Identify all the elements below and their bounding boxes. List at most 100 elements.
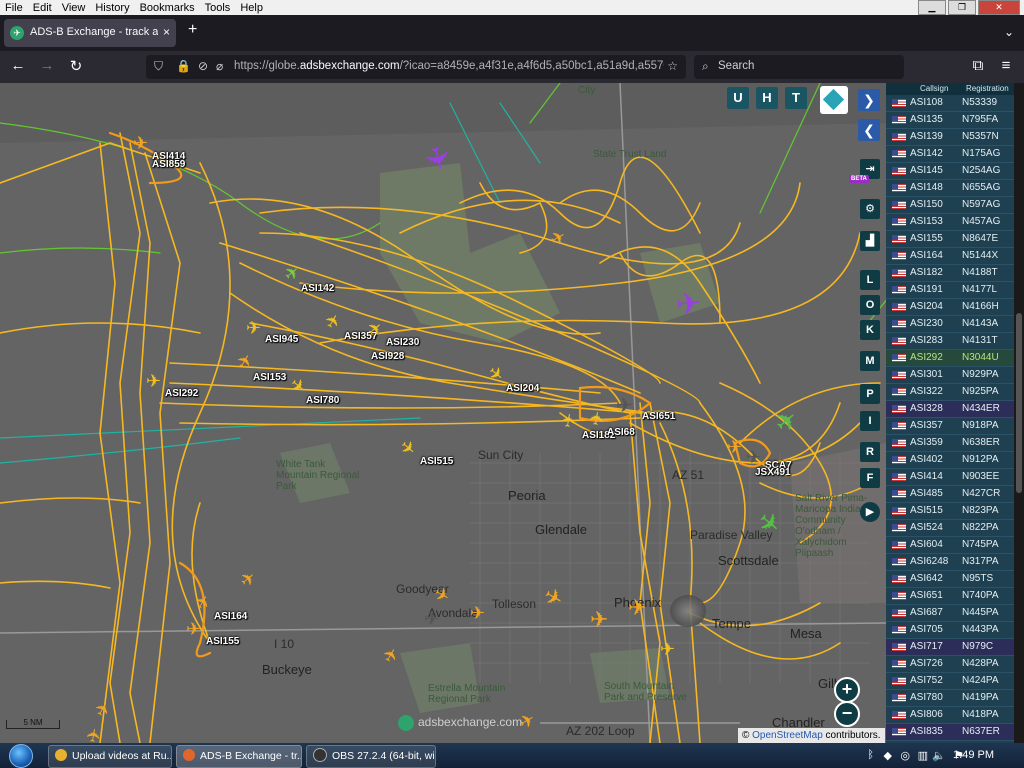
collapse-panel-chevron-icon[interactable]: ❮	[858, 119, 880, 141]
table-row[interactable]: ASI292 N3044U	[886, 350, 1014, 367]
aircraft-icon[interactable]: ✈	[470, 603, 485, 624]
menu-bookmarks[interactable]: Bookmarks	[135, 1, 200, 15]
expand-panel-chevron-icon[interactable]: ❯	[858, 89, 880, 111]
map-button-h[interactable]: H	[756, 87, 778, 109]
column-callsign[interactable]: Callsign	[920, 84, 948, 93]
aircraft-icon[interactable]: ✈	[590, 607, 608, 633]
aircraft-callsign-label[interactable]: ASI292	[165, 388, 198, 399]
osm-link[interactable]: OpenStreetMap	[752, 730, 823, 741]
aircraft-gray-icon[interactable]: ✈	[424, 609, 439, 630]
aircraft-callsign-label[interactable]: ASI515	[420, 456, 453, 467]
table-row[interactable]: ASI705 N443PA	[886, 622, 1014, 639]
table-row[interactable]: ASI726 N428PA	[886, 656, 1014, 673]
tracking-shield-icon[interactable]: ⛉	[154, 59, 163, 74]
table-row[interactable]: ASI148 N655AG	[886, 180, 1014, 197]
steam-icon[interactable]: ◎	[900, 749, 910, 762]
table-row[interactable]: ASI108 N53339	[886, 95, 1014, 112]
table-row[interactable]: ASI153 N457AG	[886, 214, 1014, 231]
table-row[interactable]: ASI604 N745PA	[886, 537, 1014, 554]
aircraft-icon[interactable]: ✈	[83, 726, 106, 743]
back-arrow-icon[interactable]: ←	[8, 57, 28, 74]
map-view[interactable]: Peoria Glendale Goodyear Avondale Tolleson Ph…	[0, 83, 886, 743]
aircraft-icon[interactable]: ✈	[186, 619, 201, 640]
new-tab-button[interactable]: +	[188, 21, 197, 39]
airport-cluster-marker[interactable]	[670, 595, 706, 627]
table-row[interactable]: ASI191 N4177L	[886, 282, 1014, 299]
reload-icon[interactable]: ↻	[66, 57, 86, 75]
volume-icon[interactable]: 🔈	[932, 749, 946, 762]
table-row[interactable]: ASI414 N903EE	[886, 469, 1014, 486]
table-scrollbar[interactable]	[1014, 83, 1024, 743]
aircraft-callsign-label[interactable]: ASI155	[206, 636, 239, 647]
table-row[interactable]: ASI642 N95TS	[886, 571, 1014, 588]
table-row[interactable]: ASI357 N918PA	[886, 418, 1014, 435]
table-row[interactable]: ASI155 N8647E	[886, 231, 1014, 248]
map-button-p[interactable]: P	[860, 384, 880, 404]
aircraft-callsign-label[interactable]: ASI651	[642, 411, 675, 422]
forward-arrow-icon[interactable]: →	[37, 57, 57, 74]
menu-view[interactable]: View	[57, 1, 91, 15]
close-window-icon[interactable]: ✕	[978, 0, 1020, 15]
table-row[interactable]: ASI164 N5144X	[886, 248, 1014, 265]
scrollbar-thumb[interactable]	[1016, 313, 1022, 493]
menu-help[interactable]: Help	[235, 1, 268, 15]
table-row[interactable]: ASI515 N823PA	[886, 503, 1014, 520]
map-button-i[interactable]: I	[860, 411, 880, 431]
table-row[interactable]: ASI150 N597AG	[886, 197, 1014, 214]
maximize-icon[interactable]: ❐	[948, 0, 976, 15]
map-button-u[interactable]: U	[727, 87, 749, 109]
taskbar-item-obs[interactable]: OBS 27.2.4 (64-bit, wi...	[306, 745, 436, 768]
aircraft-callsign-label[interactable]: ASI945	[265, 334, 298, 345]
aircraft-callsign-label[interactable]: ASI859	[152, 159, 185, 170]
settings-gear-icon[interactable]: ⚙	[860, 199, 880, 219]
aircraft-icon[interactable]: ✈	[146, 371, 161, 392]
table-row[interactable]: ASI359 N638ER	[886, 435, 1014, 452]
tab-list-chevron-icon[interactable]: ⌄	[1004, 25, 1014, 39]
map-button-r[interactable]: R	[860, 442, 880, 462]
table-row[interactable]: ASI139 N5357N	[886, 129, 1014, 146]
map-button-o[interactable]: O	[860, 295, 880, 315]
menu-file[interactable]: File	[0, 1, 28, 15]
table-row[interactable]: ASI780 N419PA	[886, 690, 1014, 707]
aircraft-icon[interactable]: ✈	[246, 318, 261, 339]
bookmark-star-icon[interactable]: ☆	[667, 59, 678, 73]
table-row[interactable]: ASI402 N912PA	[886, 452, 1014, 469]
autoplay-blocked-icon[interactable]: ⌀	[216, 59, 223, 73]
map-button-k[interactable]: K	[860, 320, 880, 340]
permissions-icon[interactable]: ⊘	[198, 59, 208, 73]
aircraft-gray-icon[interactable]: ✈	[746, 447, 761, 468]
start-button[interactable]	[6, 743, 34, 768]
table-row[interactable]: ASI204 N4166H	[886, 299, 1014, 316]
map-button-m[interactable]: M	[860, 351, 880, 371]
network-icon[interactable]: ▥	[918, 749, 928, 762]
aircraft-icon[interactable]: ✈	[727, 437, 742, 458]
url-text[interactable]: https://globe.adsbexchange.com/?icao=a84…	[234, 60, 664, 72]
aircraft-callsign-label[interactable]: ASI780	[306, 395, 339, 406]
aircraft-icon[interactable]: ✈	[628, 595, 646, 621]
aircraft-callsign-label[interactable]: ASI204	[506, 383, 539, 394]
column-registration[interactable]: Registration	[966, 84, 1009, 93]
aircraft-callsign-label[interactable]: ASI164	[214, 611, 247, 622]
taskbar-item-chrome[interactable]: Upload videos at Ru...	[48, 745, 172, 768]
table-row[interactable]: ASI230 N4143A	[886, 316, 1014, 333]
table-row[interactable]: ASI835 N637ER	[886, 724, 1014, 741]
extensions-icon[interactable]: ⧉	[968, 57, 988, 74]
table-row[interactable]: ASI752 N424PA	[886, 673, 1014, 690]
tab-close-icon[interactable]: ×	[163, 25, 170, 39]
table-row[interactable]: ASI322 N925PA	[886, 384, 1014, 401]
minimize-icon[interactable]: ▁	[918, 0, 946, 15]
map-button-f[interactable]: F	[860, 468, 880, 488]
aircraft-callsign-label[interactable]: JSX491	[755, 467, 791, 478]
tab-adsb[interactable]: ✈ ADS-B Exchange - track aircraft ×	[4, 19, 176, 47]
aircraft-callsign-label[interactable]: ASI142	[301, 283, 334, 294]
clock[interactable]: 1:49 PM	[953, 749, 994, 761]
search-box[interactable]: ⌕ Search	[694, 55, 904, 79]
zoom-in-button[interactable]: +	[834, 677, 860, 703]
stats-icon[interactable]: ▟	[860, 231, 880, 251]
aircraft-icon[interactable]: ✈	[133, 133, 148, 154]
table-row[interactable]: ASI806 N418PA	[886, 707, 1014, 724]
menu-tools[interactable]: Tools	[200, 1, 236, 15]
table-row[interactable]: ASI524 N822PA	[886, 520, 1014, 537]
url-bar[interactable]: ⛉ 🔒 ⊘ ⌀ https://globe.adsbexchange.com/?…	[146, 55, 686, 79]
table-row[interactable]: ASI328 N434ER	[886, 401, 1014, 418]
